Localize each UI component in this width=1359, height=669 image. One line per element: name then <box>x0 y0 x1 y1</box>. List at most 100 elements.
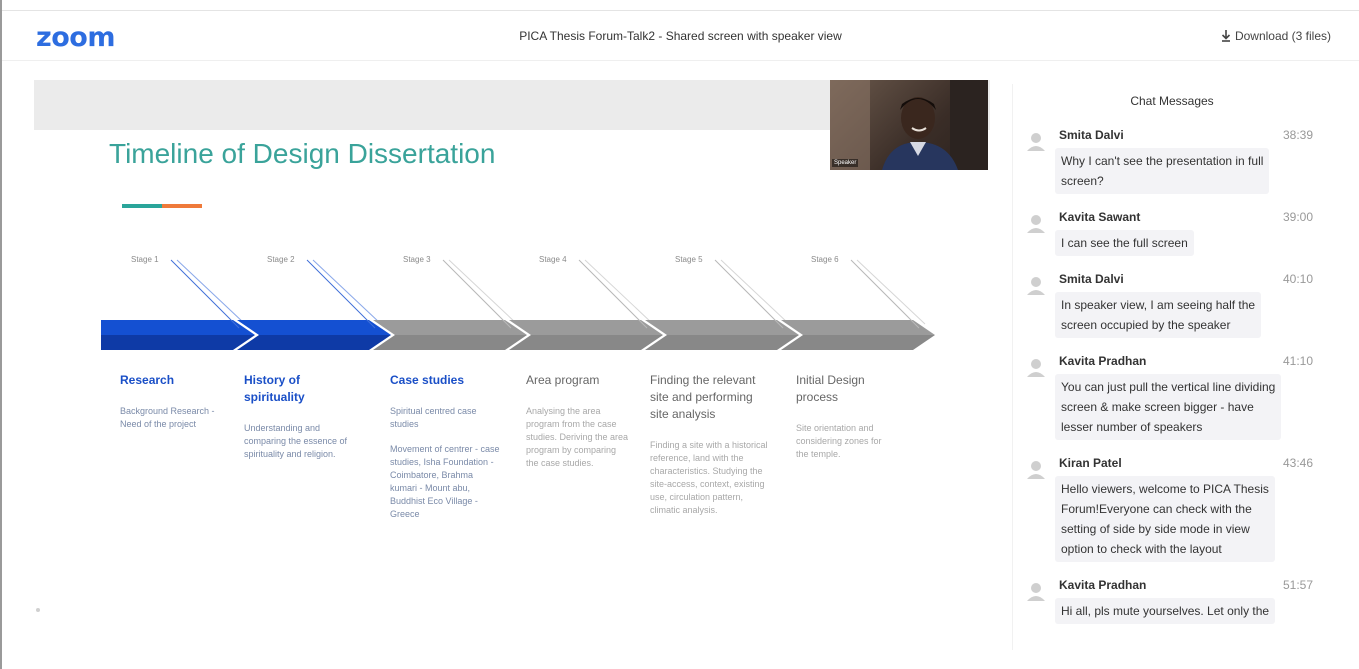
stage-column-5: Finding the relevant site and performing… <box>650 372 774 517</box>
stage-connector-line <box>714 259 784 329</box>
chat-message: Kavita Pradhan 51:57 Hi all, pls mute your… <box>1023 578 1323 624</box>
message-line: Forum!Everyone can check with the <box>1061 502 1252 516</box>
message-line: In speaker view, I am seeing half the <box>1061 298 1256 312</box>
message-line: option to check with the layout <box>1061 542 1222 556</box>
user-avatar-icon <box>1027 277 1045 295</box>
message-line: lesser number of speakers <box>1061 420 1203 434</box>
slide-marker <box>36 608 40 612</box>
chat-message: Smita Dalvi 38:39 Why I can't see the pres… <box>1023 128 1323 194</box>
speaker-figure <box>830 80 988 170</box>
message-line: setting of side by side mode in view <box>1061 522 1250 536</box>
chat-message: Kavita Pradhan 41:10 You can just pull the… <box>1023 354 1323 440</box>
message-line: screen? <box>1061 174 1104 188</box>
download-button[interactable]: Download (3 files) <box>1221 29 1331 43</box>
stage-connector-line <box>312 259 382 325</box>
stage-column-3: Case studies Spiritual centred case studi… <box>390 372 502 521</box>
chat-message: Smita Dalvi 40:10 In speaker view, I am se… <box>1023 272 1323 338</box>
message-line: screen & make screen bigger - have <box>1061 400 1254 414</box>
user-avatar-icon <box>1027 133 1045 151</box>
message-line: I can see the full screen <box>1061 236 1188 250</box>
chat-title: Chat Messages <box>1130 94 1214 108</box>
timeline-arrow-1-bottom <box>101 335 255 350</box>
timeline-arrow-4-top <box>509 320 663 335</box>
message-sender: Kavita Pradhan <box>1059 578 1147 592</box>
stage-connector-line <box>584 259 654 325</box>
message-sender: Kiran Patel <box>1059 456 1122 470</box>
message-timestamp: 41:10 <box>1282 354 1313 368</box>
stage-column-1: Research Background Research - Need of th… <box>120 372 220 431</box>
message-line: screen occupied by the speaker <box>1061 318 1231 332</box>
user-avatar-icon <box>1027 461 1045 479</box>
stage-label: Stage 1 <box>131 255 159 264</box>
message-timestamp: 39:00 <box>1282 210 1313 224</box>
stage-label: Stage 5 <box>675 255 703 264</box>
stage-connector-line <box>306 259 376 329</box>
stage-column-6: Initial Design process Site orientation a… <box>796 372 896 461</box>
chat-message: Kavita Sawant 39:00 I can see the full scr… <box>1023 210 1323 256</box>
download-label: Download (3 files) <box>1234 29 1331 43</box>
message-line: Why I can't see the presentation in full <box>1061 154 1264 168</box>
stage-description-secondary: Movement of centrer - case studies, Isha… <box>390 444 500 519</box>
message-body: In speaker view, I am seeing half the scr… <box>1055 292 1262 338</box>
message-body: Hi all, pls mute yourselves. Let only th… <box>1055 598 1276 624</box>
stage-connector-line <box>850 259 920 329</box>
timeline-arrow-6-top <box>781 320 935 335</box>
stage-heading: History of spirituality <box>244 373 305 404</box>
stage-heading: Research <box>120 373 175 387</box>
stage-connector-line <box>170 259 240 329</box>
stage-column-2: History of spirituality Understanding and… <box>244 372 364 461</box>
stage-connector-line <box>448 259 518 325</box>
stage-label: Stage 6 <box>811 255 839 264</box>
message-sender: Kavita Pradhan <box>1059 354 1147 368</box>
timeline-arrow-3-top <box>373 320 527 335</box>
message-body: You can just pull the vertical line divi… <box>1055 374 1282 440</box>
timeline-arrow-5-top <box>645 320 799 335</box>
stage-heading: Area program <box>526 373 600 387</box>
stage-label: Stage 2 <box>267 255 295 264</box>
message-timestamp: 51:57 <box>1282 578 1313 592</box>
timeline-arrow-6-bottom <box>781 335 935 350</box>
zoom-recording-viewer: zoom PICA Thesis Forum-Talk2 - Shared sc… <box>0 0 1359 669</box>
stage-heading: Finding the relevant site and performing… <box>650 373 756 421</box>
timeline-arrow-2-top <box>237 320 391 335</box>
message-body: Why I can't see the presentation in full… <box>1055 148 1270 194</box>
timeline-arrow-2-bottom <box>237 335 391 350</box>
stage-description: Background Research - Need of the projec… <box>120 406 215 429</box>
stage-description: Understanding and comparing the essence … <box>244 423 348 459</box>
stage-connector-line <box>442 259 512 329</box>
stage-connector-line <box>720 259 790 325</box>
message-body: I can see the full screen <box>1055 230 1194 256</box>
stage-column-4: Area program Analysing the area program f… <box>526 372 630 470</box>
message-sender: Smita Dalvi <box>1059 128 1124 142</box>
stage-connector-line <box>578 259 648 329</box>
stage-description: Spiritual centred case studies <box>390 406 477 429</box>
message-timestamp: 38:39 <box>1282 128 1313 142</box>
user-avatar-icon <box>1027 359 1045 377</box>
stage-heading: Initial Design process <box>796 373 865 404</box>
chat-panel[interactable]: Chat Messages Smita Dalvi 38:39 Why I can'… <box>1012 84 1330 650</box>
message-body: Hello viewers, welcome to PICA Thesis For… <box>1055 476 1275 562</box>
message-line: Hi all, pls mute yourselves. Let only th… <box>1061 604 1270 618</box>
stage-connector-line <box>176 259 246 325</box>
message-sender: Kavita Sawant <box>1059 210 1141 224</box>
message-timestamp: 43:46 <box>1282 456 1313 470</box>
stage-connector-line <box>856 259 926 325</box>
speaker-video[interactable]: Speaker <box>830 80 988 170</box>
timeline-arrow-3-bottom <box>373 335 527 350</box>
timeline-arrow-1-top <box>101 320 255 335</box>
stage-description: Site orientation and considering zones f… <box>796 423 882 459</box>
stage-label: Stage 4 <box>539 255 567 264</box>
user-avatar-icon <box>1027 215 1045 233</box>
message-line: Hello viewers, welcome to PICA Thesis <box>1061 482 1269 496</box>
stage-heading: Case studies <box>390 373 465 387</box>
timeline-arrow-5-bottom <box>645 335 799 350</box>
stage-description: Analysing the area program from the case… <box>526 406 629 468</box>
stage-description: Finding a site with a historical referen… <box>650 440 768 515</box>
chat-message: Kiran Patel 43:46 Hello viewers, welcome t… <box>1023 456 1323 562</box>
message-sender: Smita Dalvi <box>1059 272 1124 286</box>
timeline-arrow-4-bottom <box>509 335 663 350</box>
stage-label: Stage 3 <box>403 255 431 264</box>
recording-title: PICA Thesis Forum-Talk2 - Shared screen … <box>519 29 842 43</box>
top-bar: zoom PICA Thesis Forum-Talk2 - Shared sc… <box>2 11 1359 61</box>
message-timestamp: 40:10 <box>1282 272 1313 286</box>
